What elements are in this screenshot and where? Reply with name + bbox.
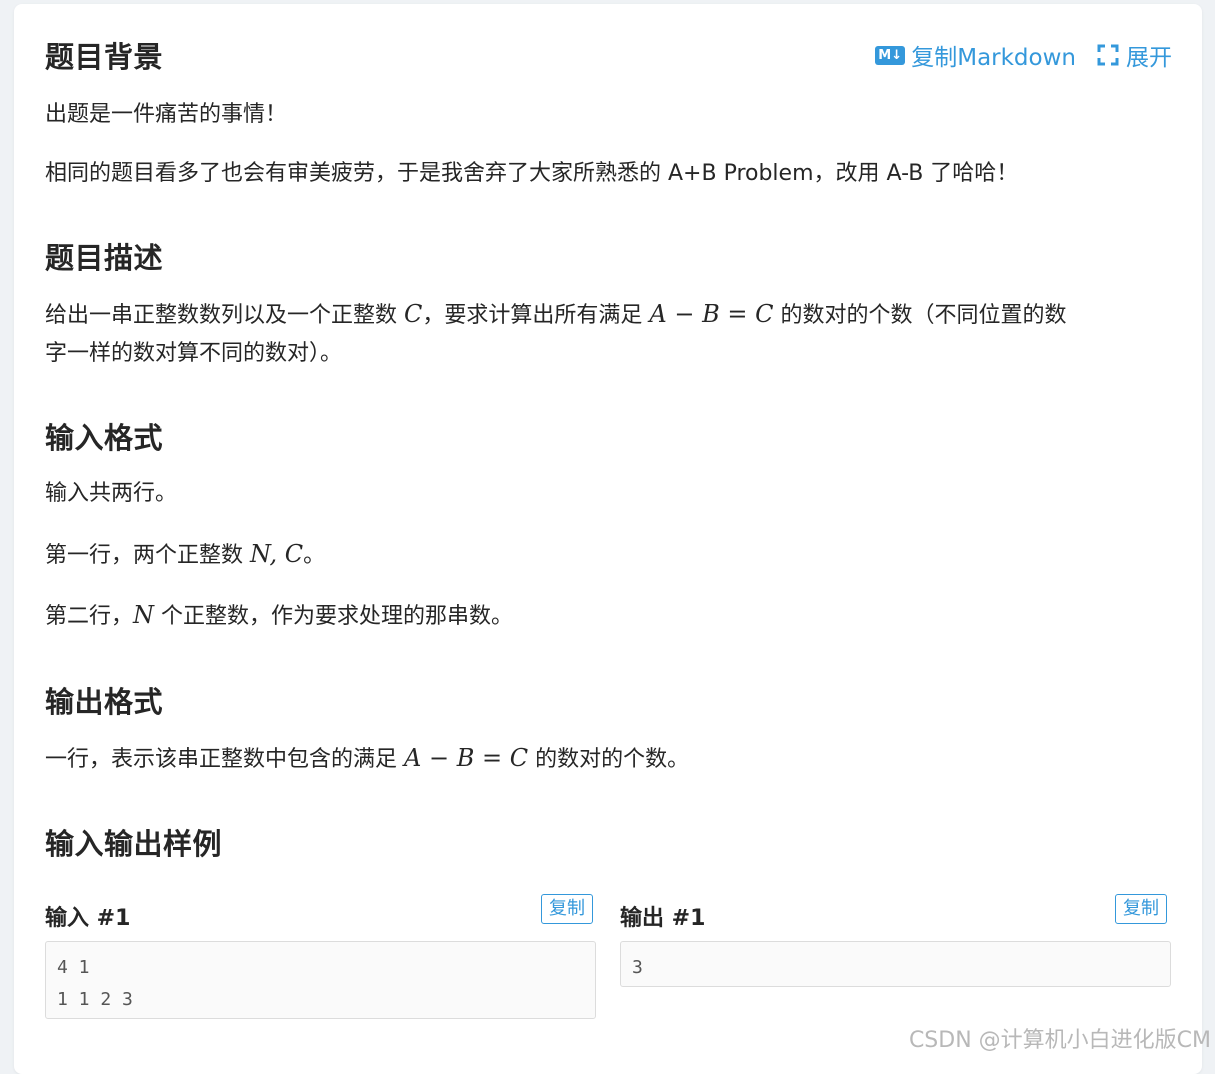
math-c: C [404,300,422,328]
output-format-paragraph: 一行，表示该串正整数中包含的满足 A − B = C 的数对的个数。 [45,739,1175,779]
input-format-paragraph-1: 输入共两行。 [45,475,1175,513]
input-format-paragraph-2: 第一行，两个正整数 N, C。 [45,535,1175,575]
sample-input-box[interactable]: 4 1 1 1 2 3 [45,941,596,1019]
description-text-2: ，要求计算出所有满足 [422,303,649,328]
output-format-title: 输出格式 [45,679,163,721]
sample-input-label: 输入 #1 [45,900,130,932]
math-a-out: A [404,744,421,772]
math-a: A [649,300,666,328]
background-paragraph-1: 出题是一件痛苦的事情！ [45,96,1175,134]
math-n: N [133,601,154,629]
description-text-1: 给出一串正整数数列以及一个正整数 [45,303,404,328]
sample-output-label: 输出 #1 [620,900,705,932]
expand-icon [1096,43,1120,67]
description-text-3: 的数对的个数（不同位置的数 [773,303,1066,328]
math-minus: − [667,300,702,328]
markdown-icon: M↓ [875,46,905,65]
copy-output-button[interactable]: 复制 [1115,894,1167,924]
math-c-2: C [755,300,773,328]
background-paragraph-2: 相同的题目看多了也会有审美疲劳，于是我舍弃了大家所熟悉的 A+B Problem… [45,155,1175,193]
copy-input-button[interactable]: 复制 [541,894,593,924]
math-equals: = [720,300,755,328]
description-title: 题目描述 [45,235,163,277]
input-format-text-2: 。 [303,543,325,568]
output-format-text-2: 的数对的个数。 [528,747,689,772]
description-paragraph: 给出一串正整数数列以及一个正整数 C，要求计算出所有满足 A − B = C 的… [45,295,1175,373]
copy-markdown-label: 复制Markdown [911,38,1076,72]
samples-title: 输入输出样例 [45,821,222,863]
expand-label: 展开 [1126,38,1172,72]
input-format-paragraph-3: 第二行，N 个正整数，作为要求处理的那串数。 [45,596,1175,636]
problem-actions: M↓ 复制Markdown 展开 [875,38,1172,72]
watermark: CSDN @计算机小白进化版CM [909,1022,1211,1054]
description-text-4: 字一样的数对算不同的数对）。 [45,341,342,366]
math-minus-out: − [421,744,456,772]
output-format-text-1: 一行，表示该串正整数中包含的满足 [45,747,404,772]
sample-output-box[interactable]: 3 [620,941,1171,987]
input-format-title: 输入格式 [45,415,163,457]
input-format-text-3: 第二行， [45,604,133,629]
math-n-c: N, C [250,540,303,568]
math-b: B [702,300,720,328]
background-title: 题目背景 [45,34,163,76]
input-format-text-4: 个正整数，作为要求处理的那串数。 [154,604,513,629]
math-c-out: C [510,744,528,772]
math-b-out: B [457,744,475,772]
problem-card: M↓ 复制Markdown 展开 题目背景 出题是一件痛苦的事情！ 相同的题目看… [14,4,1202,1074]
expand-button[interactable]: 展开 [1096,38,1172,72]
math-equals-out: = [474,744,509,772]
copy-markdown-button[interactable]: M↓ 复制Markdown [875,38,1076,72]
input-format-text-1: 第一行，两个正整数 [45,543,250,568]
